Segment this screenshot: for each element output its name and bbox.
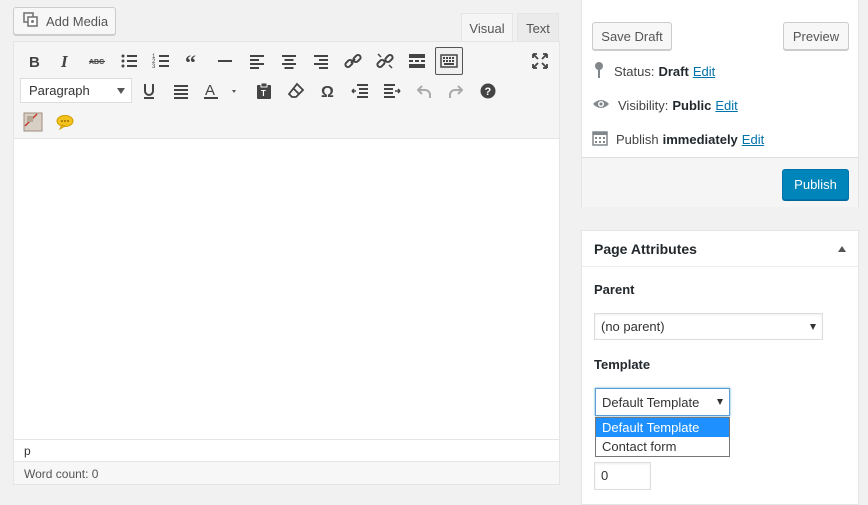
svg-text:T: T [261, 89, 266, 98]
pin-icon [592, 61, 606, 82]
svg-text:ABC: ABC [89, 59, 104, 66]
eye-icon [592, 97, 610, 114]
page-attributes-header[interactable]: Page Attributes [582, 231, 858, 267]
svg-text:Ω: Ω [321, 84, 334, 101]
tab-visual-label: Visual [469, 20, 505, 36]
template-dropdown: Default Template Contact form [595, 417, 730, 457]
parent-select[interactable]: (no parent) [594, 313, 823, 340]
element-path-label: p [24, 444, 31, 458]
template-option-default[interactable]: Default Template [596, 418, 729, 437]
publish-label: Publish [616, 131, 659, 147]
parent-label: Parent [594, 282, 635, 297]
align-left-icon[interactable] [243, 47, 271, 75]
visibility-value: Public [672, 97, 712, 113]
visibility-row: Visibility: Public Edit [592, 95, 738, 115]
publish-box: Save Draft Preview Status: Draft Edit Visi… [581, 0, 859, 207]
tab-text-label: Text [526, 20, 550, 36]
visibility-edit-link[interactable]: Edit [715, 98, 737, 113]
svg-text:?: ? [485, 86, 492, 98]
save-draft-button[interactable]: Save Draft [592, 22, 672, 50]
special-character-icon[interactable]: Ω [314, 77, 342, 105]
format-select[interactable]: Paragraph [20, 78, 132, 103]
template-label: Template [594, 357, 651, 372]
editor: B I ABC 123 “ Paragraph A T Ω ? p Word c… [13, 41, 560, 485]
outdent-icon[interactable] [346, 77, 374, 105]
clear-formatting-icon[interactable] [282, 77, 310, 105]
paste-as-text-icon[interactable]: T [250, 77, 278, 105]
svg-text:B: B [29, 54, 40, 71]
add-media-button[interactable]: Add Media [13, 7, 116, 35]
schedule-edit-link[interactable]: Edit [742, 132, 764, 147]
chevron-down-icon [117, 88, 125, 94]
blockquote-icon[interactable]: “ [179, 47, 207, 75]
remove-link-icon[interactable] [371, 47, 399, 75]
strikethrough-icon[interactable]: ABC [83, 47, 111, 75]
text-color-icon[interactable]: A [199, 77, 243, 105]
status-label: Status: [614, 63, 655, 79]
numbered-list-icon[interactable]: 123 [147, 47, 175, 75]
schedule-row: Publish immediately Edit [592, 129, 764, 149]
save-draft-label: Save Draft [601, 28, 663, 44]
visibility-label: Visibility: [618, 97, 669, 113]
status-row: Status: Draft Edit [592, 61, 715, 81]
tab-text[interactable]: Text [517, 13, 559, 42]
preview-button[interactable]: Preview [783, 22, 849, 50]
publish-value: immediately [662, 131, 738, 147]
add-media-label: Add Media [46, 13, 109, 29]
page-attributes-box: Page Attributes Parent (no parent) Templ… [581, 230, 859, 505]
toolbar-toggle-icon[interactable] [435, 47, 463, 75]
publish-button-label: Publish [794, 177, 837, 192]
horizontal-line-icon[interactable] [211, 47, 239, 75]
status-value: Draft [658, 63, 689, 79]
page-attributes-title: Page Attributes [594, 241, 697, 257]
preview-label: Preview [792, 28, 840, 44]
italic-icon[interactable]: I [51, 47, 79, 75]
insert-link-icon[interactable] [339, 47, 367, 75]
media-icon [22, 11, 40, 32]
justify-icon[interactable] [167, 77, 195, 105]
calendar-icon [592, 130, 608, 149]
element-path[interactable]: p [14, 439, 559, 461]
editor-toolbar: B I ABC 123 “ Paragraph A T Ω ? [14, 42, 559, 139]
status-edit-link[interactable]: Edit [693, 64, 715, 79]
template-select[interactable]: Default Template [595, 388, 730, 416]
editor-content-area[interactable] [14, 139, 559, 439]
publish-button[interactable]: Publish [782, 169, 849, 200]
undo-icon[interactable] [410, 77, 438, 105]
template-option-contact-form[interactable]: Contact form [596, 437, 729, 456]
align-right-icon[interactable] [307, 47, 335, 75]
parent-select-value: (no parent) [601, 319, 665, 334]
template-select-value: Default Template [602, 394, 700, 410]
underline-icon[interactable] [135, 77, 163, 105]
fullscreen-icon[interactable] [526, 47, 554, 75]
collapse-arrow-icon[interactable] [838, 246, 846, 252]
format-select-value: Paragraph [29, 83, 90, 98]
chevron-down-icon [810, 324, 816, 330]
tab-visual[interactable]: Visual [461, 13, 513, 42]
order-value: 0 [601, 468, 609, 483]
svg-text:A: A [205, 82, 215, 99]
bullet-list-icon[interactable] [115, 47, 143, 75]
word-count: Word count: 0 [24, 467, 99, 481]
align-center-icon[interactable] [275, 47, 303, 75]
svg-text:“: “ [185, 51, 196, 71]
publish-actions: Publish [582, 157, 858, 207]
order-input[interactable]: 0 [594, 462, 651, 490]
bold-icon[interactable]: B [20, 47, 48, 75]
plugin-map-icon[interactable] [19, 108, 47, 136]
chevron-down-icon [717, 399, 723, 405]
read-more-icon[interactable] [403, 47, 431, 75]
indent-icon[interactable] [378, 77, 406, 105]
redo-icon[interactable] [442, 77, 470, 105]
svg-text:3: 3 [152, 64, 156, 70]
word-count-bar: Word count: 0 [14, 461, 559, 484]
svg-text:I: I [60, 52, 69, 71]
plugin-speech-bubble-icon[interactable] [51, 108, 79, 136]
help-icon[interactable]: ? [474, 77, 502, 105]
